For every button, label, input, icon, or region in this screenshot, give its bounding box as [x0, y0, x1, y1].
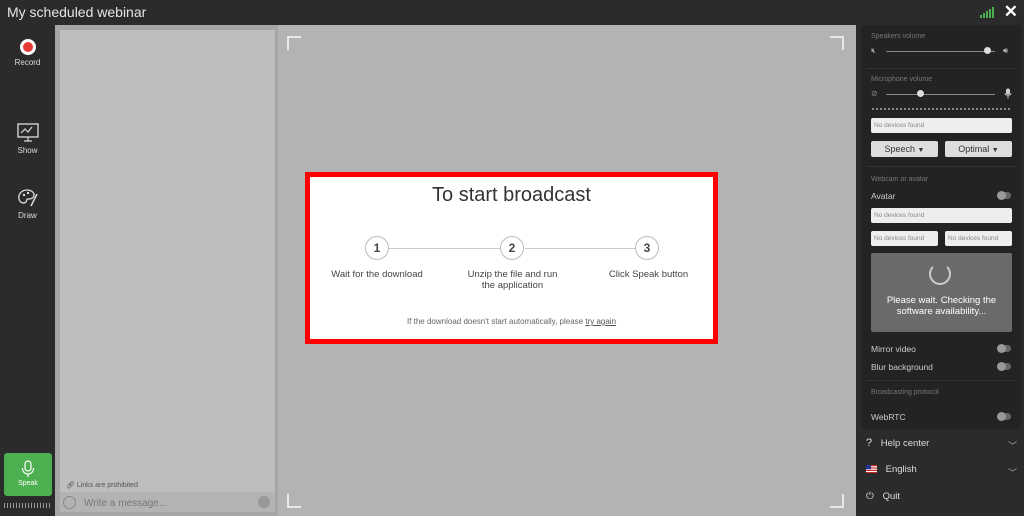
- speech-mode-dropdown[interactable]: Speech ▼: [871, 141, 938, 157]
- speak-button[interactable]: Speak: [4, 453, 52, 496]
- link-icon: 🔗︎: [66, 482, 75, 489]
- step-number: 1: [365, 236, 389, 260]
- links-notice: 🔗︎ Links are prohibited: [66, 482, 138, 489]
- speakers-volume-knob[interactable]: [983, 47, 991, 54]
- show-label: Show: [17, 146, 38, 155]
- signal-strength-icon: [980, 7, 994, 18]
- loading-spinner-icon: [929, 263, 951, 285]
- divider: [866, 166, 1016, 167]
- step-label: Wait for the download: [331, 269, 423, 280]
- speakers-volume-slider[interactable]: [886, 51, 995, 52]
- try-again-link[interactable]: try again: [585, 317, 616, 326]
- help-center-button[interactable]: ? Help center ﹀: [866, 437, 1020, 457]
- avatar-toggle[interactable]: [997, 191, 1011, 200]
- broadcasting-protocol-label: Broadcasting protocol: [871, 389, 939, 396]
- left-toolbar: [0, 25, 55, 516]
- frame-corner-icon: [830, 36, 844, 50]
- audio-level-meter: [4, 503, 52, 508]
- mic-level-meter: [872, 108, 1011, 110]
- frame-corner-icon: [287, 36, 301, 50]
- us-flag-icon: [866, 465, 877, 473]
- step-number: 3: [635, 236, 659, 260]
- draw-label: Draw: [18, 211, 37, 220]
- microphone-volume-label: Microphone volume: [871, 76, 933, 83]
- mirror-video-label: Mirror video: [871, 344, 916, 354]
- record-button[interactable]: Record: [0, 39, 55, 67]
- step-connector: [389, 248, 500, 249]
- record-icon: [19, 39, 36, 55]
- microphone-icon: [21, 460, 35, 477]
- help-icon: ?: [866, 437, 873, 449]
- chevron-down-icon: ﹀: [1007, 441, 1017, 451]
- chevron-down-icon: ﹀: [1007, 468, 1017, 478]
- show-button[interactable]: Show: [0, 123, 55, 155]
- mirror-video-toggle[interactable]: [997, 344, 1011, 353]
- protocol-value: WebRTC: [871, 412, 906, 422]
- blur-background-toggle[interactable]: [997, 362, 1011, 371]
- download-hint: If the download doesn't start automatica…: [406, 317, 617, 326]
- emoji-icon[interactable]: [63, 496, 76, 509]
- please-wait-message: Please wait. Checking the software avail…: [886, 295, 997, 317]
- dropdown-arrow-icon: ▼: [917, 147, 925, 154]
- palette-icon: [17, 189, 38, 207]
- step-label: Click Speak button: [608, 269, 689, 280]
- step-connector: [525, 248, 635, 249]
- quit-button[interactable]: ⏻ Quit: [866, 491, 1020, 511]
- window-title: My scheduled webinar: [7, 4, 147, 20]
- speakers-volume-label: Speakers volume: [871, 33, 926, 40]
- power-icon: ⏻: [866, 491, 874, 502]
- blur-background-label: Blur background: [871, 362, 933, 372]
- presentation-icon: [16, 123, 39, 142]
- webcam-label: Webcam or avatar: [871, 176, 929, 183]
- draw-button[interactable]: Draw: [0, 188, 55, 220]
- speaker-icon[interactable]: 🔊︎: [1003, 46, 1008, 56]
- avatar-label: Avatar: [871, 191, 896, 201]
- close-icon[interactable]: ✕: [1004, 2, 1018, 22]
- divider: [866, 380, 1016, 381]
- dialog-title: To start broadcast: [432, 184, 591, 206]
- language-selector[interactable]: English ﹀: [866, 464, 1020, 484]
- chat-messages-area: [60, 30, 275, 492]
- frame-corner-icon: [830, 494, 844, 508]
- title-bar: [0, 0, 1024, 25]
- message-input[interactable]: [82, 495, 251, 511]
- quality-dropdown[interactable]: Optimal ▼: [945, 141, 1012, 157]
- microphone-icon[interactable]: [1004, 88, 1012, 99]
- speak-label: Speak: [18, 480, 38, 487]
- frame-corner-icon: [287, 494, 301, 508]
- divider: [866, 68, 1016, 69]
- fps-select[interactable]: No devices found: [945, 231, 1012, 246]
- step-number: 2: [500, 236, 524, 260]
- microphone-device-select[interactable]: No devices found: [871, 118, 1012, 133]
- send-icon[interactable]: [258, 496, 270, 508]
- speaker-muted-icon[interactable]: 🔇︎: [871, 46, 876, 56]
- step-label: Unzip the file and run the application: [467, 269, 558, 291]
- mic-muted-icon[interactable]: ⊘: [871, 89, 878, 98]
- dropdown-arrow-icon: ▼: [991, 147, 999, 154]
- microphone-volume-slider[interactable]: [886, 94, 995, 95]
- record-label: Record: [14, 58, 41, 67]
- webrtc-toggle[interactable]: [997, 412, 1011, 421]
- webcam-device-select[interactable]: No devices found: [871, 208, 1012, 223]
- resolution-select[interactable]: No devices found: [871, 231, 938, 246]
